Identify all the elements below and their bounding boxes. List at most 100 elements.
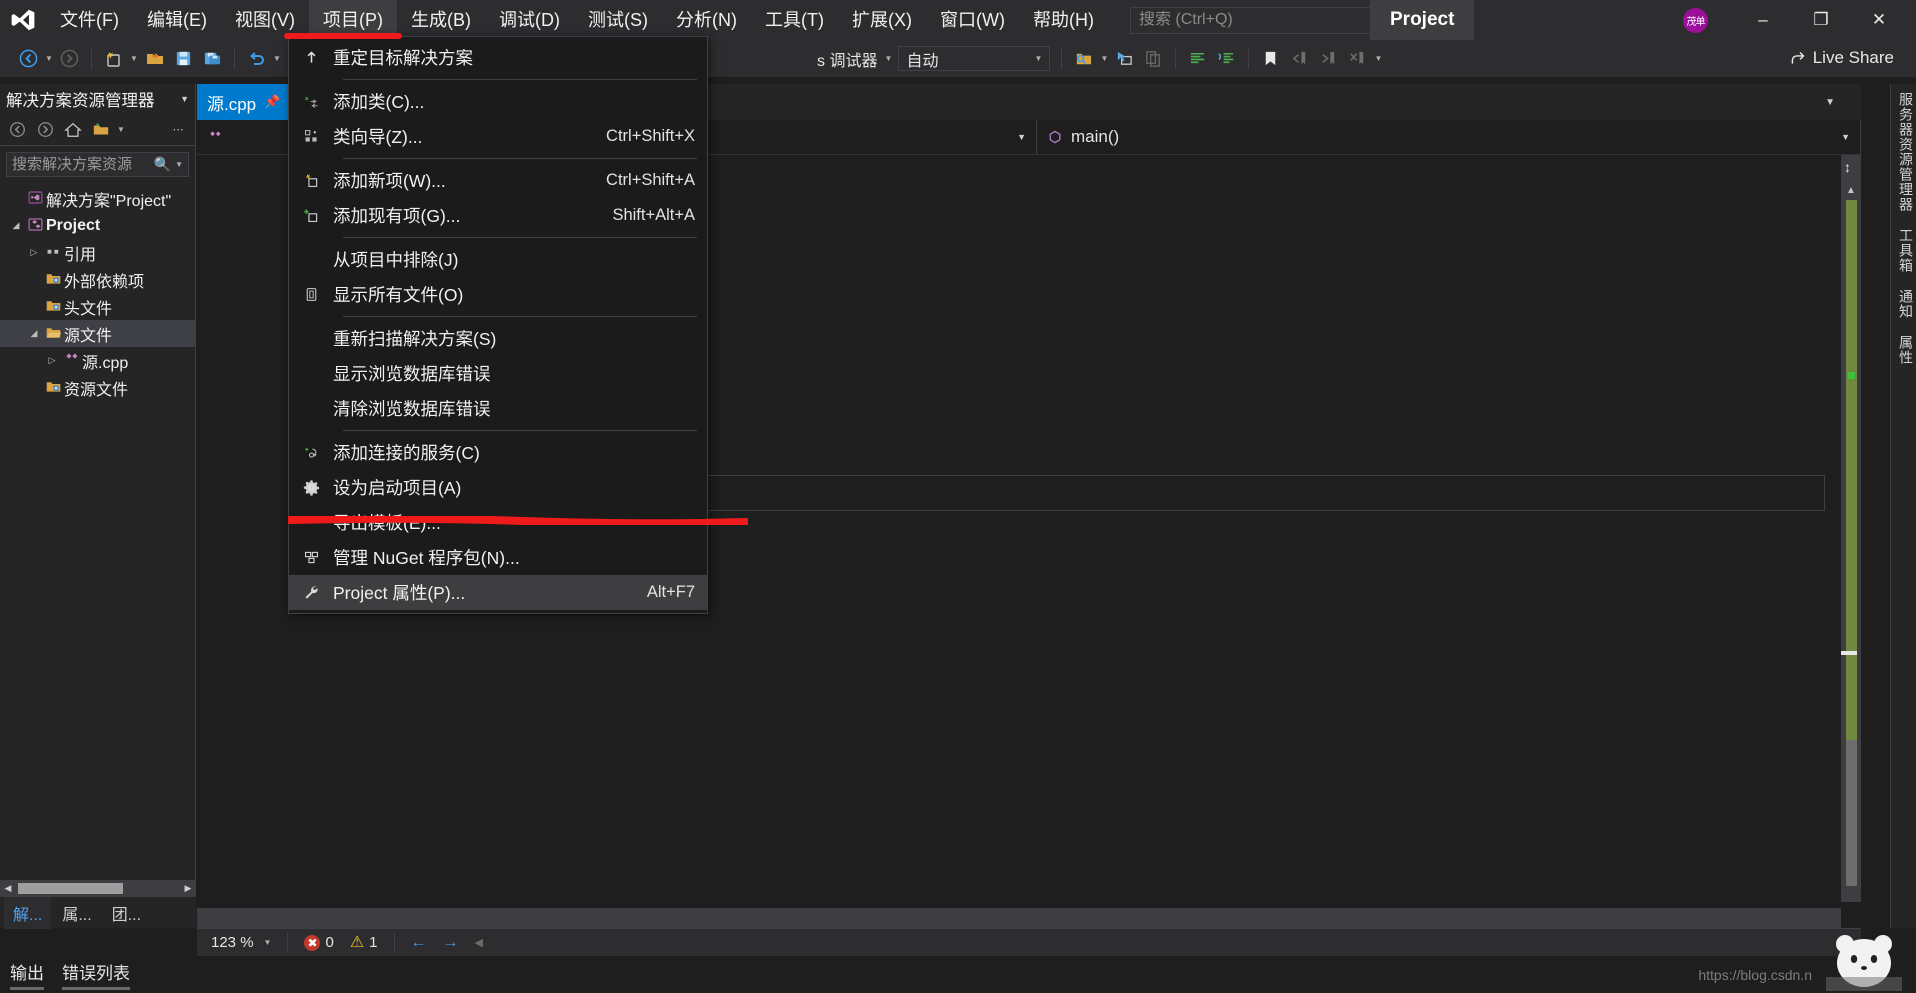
right-dock-item-3[interactable]: 属性 bbox=[1891, 327, 1916, 373]
scroll-thumb[interactable] bbox=[1841, 651, 1857, 655]
editor-horizontal-scrollbar[interactable] bbox=[197, 908, 1841, 928]
chevron-down-icon[interactable]: ▼ bbox=[1841, 132, 1850, 142]
split-view-icon[interactable]: ↕ bbox=[1844, 159, 1851, 175]
tree-node[interactable]: 解决方案"Project" bbox=[0, 185, 195, 212]
navigate-back-icon[interactable] bbox=[15, 45, 42, 72]
find-in-files-icon[interactable] bbox=[1070, 45, 1097, 72]
tab-overflow-chevron-down-icon[interactable]: ▼ bbox=[1825, 97, 1835, 108]
solution-explorer-tab-1[interactable]: 属... bbox=[53, 897, 100, 929]
project-menu-item-5[interactable]: 从项目中排除(J) bbox=[289, 242, 707, 277]
editor-tab-source-cpp[interactable]: 源.cpp 📌 bbox=[197, 84, 293, 120]
project-menu-item-4[interactable]: 添加现有项(G)... Shift+Alt+A bbox=[289, 198, 707, 233]
platform-select[interactable]: 自动 ▼ bbox=[898, 46, 1051, 71]
scroll-up-icon[interactable]: ▲ bbox=[1846, 185, 1856, 196]
tree-node[interactable]: ▷ 引用 bbox=[0, 239, 195, 266]
goto-definition-icon[interactable] bbox=[1111, 45, 1138, 72]
project-menu-item-2[interactable]: 类向导(Z)... Ctrl+Shift+X bbox=[289, 119, 707, 154]
navigate-back-chevron-down-icon[interactable]: ▼ bbox=[43, 54, 55, 63]
project-menu-item-0[interactable]: 重定目标解决方案 bbox=[289, 40, 707, 75]
collapsed-chevron-icon[interactable]: ▷ bbox=[26, 247, 42, 258]
save-icon[interactable] bbox=[170, 45, 197, 72]
zoom-select[interactable]: 123 % ▼ bbox=[205, 930, 278, 955]
tree-node[interactable]: 资源文件 bbox=[0, 374, 195, 401]
switch-views-icon[interactable] bbox=[88, 117, 114, 143]
chevron-down-icon[interactable]: ▼ bbox=[175, 160, 183, 169]
solution-search[interactable]: 🔍 ▼ bbox=[6, 152, 189, 177]
project-menu-item-8[interactable]: 显示浏览数据库错误 bbox=[289, 356, 707, 391]
project-menu-item-6[interactable]: 显示所有文件(O) bbox=[289, 277, 707, 312]
minimize-button[interactable]: – bbox=[1740, 0, 1786, 40]
menu-item-8[interactable]: 工具(T) bbox=[751, 0, 838, 40]
project-menu-item-13[interactable]: 管理 NuGet 程序包(N)... bbox=[289, 540, 707, 575]
project-menu-item-14[interactable]: Project 属性(P)... Alt+F7 bbox=[289, 575, 707, 610]
project-menu-item-9[interactable]: 清除浏览数据库错误 bbox=[289, 391, 707, 426]
breadcrumb-member[interactable]: main() ▼ bbox=[1037, 119, 1861, 155]
menu-item-6[interactable]: 测试(S) bbox=[574, 0, 662, 40]
menu-item-10[interactable]: 窗口(W) bbox=[926, 0, 1019, 40]
navigate-next-icon[interactable]: → bbox=[437, 934, 465, 952]
forward-icon[interactable] bbox=[32, 117, 58, 143]
home-icon[interactable] bbox=[60, 117, 86, 143]
uncomment-icon[interactable] bbox=[1213, 45, 1240, 72]
menu-item-5[interactable]: 调试(D) bbox=[485, 0, 574, 40]
chevron-down-icon[interactable]: ▼ bbox=[116, 117, 126, 143]
project-menu-item-10[interactable]: 添加连接的服务(C) bbox=[289, 435, 707, 470]
comment-icon[interactable] bbox=[1184, 45, 1211, 72]
scroll-left-icon[interactable]: ◀ bbox=[0, 883, 16, 894]
pin-icon[interactable]: 📌 bbox=[264, 94, 280, 110]
back-icon[interactable] bbox=[4, 117, 30, 143]
project-menu-item-7[interactable]: 重新扫描解决方案(S) bbox=[289, 321, 707, 356]
menu-item-0[interactable]: 文件(F) bbox=[46, 0, 133, 40]
right-dock-item-1[interactable]: 工具箱 bbox=[1891, 220, 1916, 281]
expanded-chevron-icon[interactable]: ◢ bbox=[8, 220, 24, 231]
right-dock-item-0[interactable]: 服务器资源管理器 bbox=[1891, 84, 1916, 220]
menu-item-7[interactable]: 分析(N) bbox=[662, 0, 751, 40]
solution-explorer-hscrollbar[interactable]: ◀ ▶ bbox=[0, 880, 196, 897]
toolbar-overflow-icon[interactable]: ▼ bbox=[1372, 54, 1384, 63]
editor-vertical-scrollbar[interactable]: ↕ ▲ bbox=[1841, 155, 1861, 902]
navigate-previous-icon[interactable]: ← bbox=[405, 934, 433, 952]
warning-count-item[interactable]: ⚠ 1 bbox=[344, 934, 384, 951]
debugger-chevron-down-icon[interactable]: ▼ bbox=[882, 54, 894, 63]
expanded-chevron-icon[interactable]: ◢ bbox=[26, 328, 42, 339]
menu-item-9[interactable]: 扩展(X) bbox=[838, 0, 926, 40]
tree-node[interactable]: 头文件 bbox=[0, 293, 195, 320]
undo-icon[interactable] bbox=[243, 45, 270, 72]
overflow-icon[interactable]: ⋯ bbox=[165, 117, 191, 143]
close-button[interactable]: ✕ bbox=[1856, 0, 1902, 40]
maximize-button[interactable]: ❐ bbox=[1798, 0, 1844, 40]
tree-node[interactable]: ◢ Project bbox=[0, 212, 195, 239]
navigate-collapse-icon[interactable]: ◀ bbox=[469, 936, 489, 949]
save-all-icon[interactable] bbox=[199, 45, 226, 72]
error-count-item[interactable]: ✖ 0 bbox=[298, 934, 339, 951]
avatar[interactable]: 茂单 bbox=[1683, 8, 1708, 33]
project-menu-item-3[interactable]: 添加新项(W)... Ctrl+Shift+A bbox=[289, 163, 707, 198]
new-project-chevron-down-icon[interactable]: ▼ bbox=[128, 54, 140, 63]
bottom-tab-1[interactable]: 错误列表 bbox=[62, 959, 130, 990]
project-menu-item-11[interactable]: 设为启动项目(A) bbox=[289, 470, 707, 505]
bookmark-icon[interactable] bbox=[1257, 45, 1284, 72]
tree-node[interactable]: ◢ 源文件 bbox=[0, 320, 195, 347]
find-chevron-down-icon[interactable]: ▼ bbox=[1098, 54, 1110, 63]
collapsed-chevron-icon[interactable]: ▷ bbox=[44, 355, 60, 366]
open-file-icon[interactable] bbox=[141, 45, 168, 72]
chevron-down-icon[interactable]: ▼ bbox=[1017, 132, 1026, 142]
live-share-button[interactable]: Live Share bbox=[1789, 48, 1894, 68]
tree-node[interactable]: ▷ 源.cpp bbox=[0, 347, 195, 374]
menu-item-11[interactable]: 帮助(H) bbox=[1019, 0, 1108, 40]
new-project-icon[interactable] bbox=[100, 45, 127, 72]
tree-node[interactable]: 外部依赖项 bbox=[0, 266, 195, 293]
bottom-tab-0[interactable]: 输出 bbox=[10, 959, 44, 990]
solution-search-input[interactable] bbox=[12, 156, 154, 173]
scroll-right-icon[interactable]: ▶ bbox=[180, 883, 196, 894]
scroll-thumb[interactable] bbox=[18, 883, 123, 894]
menu-item-1[interactable]: 编辑(E) bbox=[133, 0, 221, 40]
solution-explorer-tab-2[interactable]: 团... bbox=[103, 897, 150, 929]
solution-explorer-tab-0[interactable]: 解... bbox=[4, 896, 52, 929]
menu-item-4[interactable]: 生成(B) bbox=[397, 0, 485, 40]
scroll-track[interactable] bbox=[1846, 200, 1857, 886]
right-dock-item-2[interactable]: 通知 bbox=[1891, 281, 1916, 327]
undo-chevron-down-icon[interactable]: ▼ bbox=[271, 54, 283, 63]
chevron-down-icon[interactable]: ▼ bbox=[180, 94, 189, 104]
project-menu-item-1[interactable]: 添加类(C)... bbox=[289, 84, 707, 119]
